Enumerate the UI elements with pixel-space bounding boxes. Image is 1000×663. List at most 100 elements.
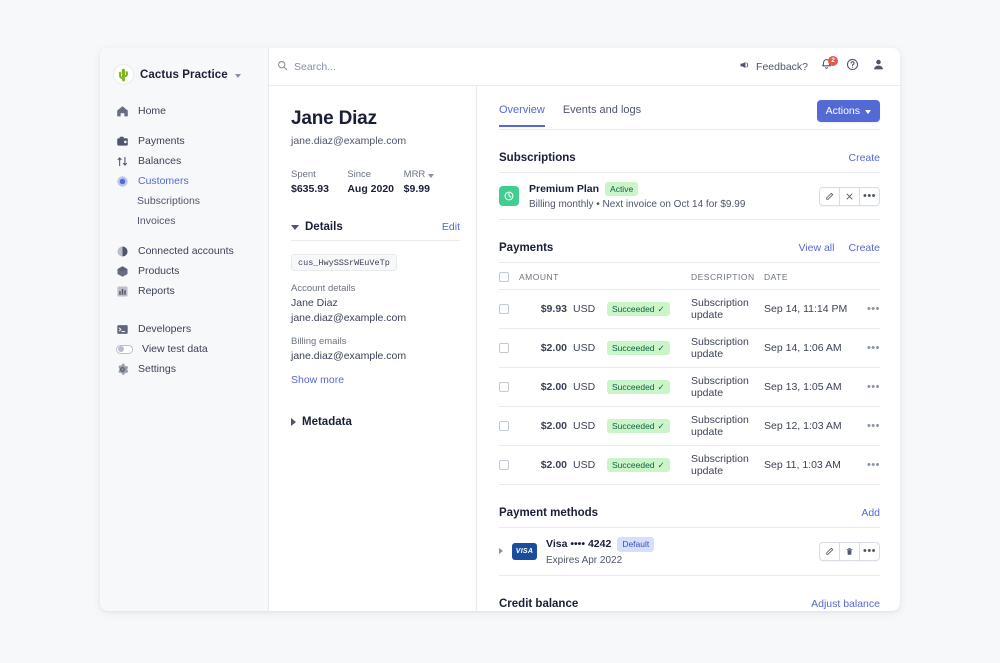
search-container[interactable] [277,60,739,74]
chevron-down-icon[interactable] [428,173,435,178]
payment-method-row[interactable]: VISA Visa •••• 4242 Default Expires Apr … [499,528,880,576]
table-row[interactable]: $2.00 USD Succeeded ✓ Subscription update… [499,367,880,408]
subscription-row[interactable]: Premium Plan Active Billing monthly • Ne… [499,173,880,221]
brand-switcher[interactable]: 🌵 Cactus Practice [100,60,268,89]
customer-stats: Spent $635.93 Since Aug 2020 MRR $9.99 [291,169,460,195]
sidebar-item-label: View test data [142,343,208,355]
status-badge: Active [605,182,639,197]
more-payment-method-button[interactable]: ••• [859,541,880,561]
delete-payment-method-button[interactable] [839,541,860,561]
table-header-row: AMOUNT DESCRIPTION DATE [499,263,880,291]
sidebar-item-home[interactable]: Home [100,101,268,121]
column-currency [573,263,607,291]
row-more-button[interactable]: ••• [867,303,880,315]
stat-spent: Spent $635.93 [291,169,347,195]
row-more-button[interactable]: ••• [867,420,880,432]
payments-table-head: AMOUNT DESCRIPTION DATE [499,263,880,291]
credit-balance-panel: Credit balance Adjust balance $0.00USD [499,598,880,611]
payments-title: Payments [499,242,554,255]
details-toggle[interactable]: Details [291,221,343,233]
show-more-link[interactable]: Show more [291,374,344,386]
payments-header: Payments View all Create [499,242,880,264]
metadata-toggle[interactable]: Metadata [291,416,460,428]
row-checkbox[interactable] [499,421,509,432]
edit-subscription-button[interactable] [819,186,840,206]
tab-overview[interactable]: Overview [499,104,545,127]
create-payment-link[interactable]: Create [848,242,880,254]
payment-description: Subscription update [691,406,764,447]
stat-value: $9.99 [403,183,430,195]
table-row[interactable]: $2.00 USD Succeeded ✓ Subscription update… [499,328,880,369]
customer-detail-column: Jane Diaz jane.diaz@example.com Spent $6… [269,86,477,611]
create-subscription-link[interactable]: Create [848,152,880,164]
recurring-icon [499,186,519,207]
payment-date: Sep 12, 1:03 AM [764,406,860,447]
row-more-button[interactable]: ••• [867,342,880,354]
payment-method-body: Visa •••• 4242 Default Expires Apr 2022 [546,537,810,566]
credit-balance-title: Credit balance [499,597,579,610]
sidebar-item-view-test-data[interactable]: View test data [100,339,268,359]
sidebar-item-products[interactable]: Products [100,261,268,281]
tab-events-and-logs[interactable]: Events and logs [563,104,641,127]
sidebar-item-subscriptions[interactable]: Subscriptions [100,191,268,211]
more-subscription-button[interactable]: ••• [859,186,880,206]
edit-details-link[interactable]: Edit [442,221,460,233]
overview-column: Overview Events and logs Actions Subscri… [477,86,900,611]
payment-currency: USD [573,406,607,447]
sidebar-item-payments[interactable]: Payments [100,131,268,151]
view-all-payments-link[interactable]: View all [798,242,834,254]
megaphone-icon [739,59,751,74]
account-email: jane.diaz@example.com [291,312,407,324]
ellipsis-icon: ••• [862,545,877,558]
table-row[interactable]: $2.00 USD Succeeded ✓ Subscription update… [499,445,880,486]
row-more-button[interactable]: ••• [867,459,880,471]
stat-value: $635.93 [291,183,329,195]
table-row[interactable]: $2.00 USD Succeeded ✓ Subscription update… [499,406,880,447]
app-window: 🌵 Cactus Practice Home Payments Balances… [100,48,900,611]
select-all-checkbox[interactable] [499,272,509,283]
status-label: Succeeded [612,343,655,354]
sidebar-item-developers[interactable]: Developers [100,319,268,339]
row-checkbox[interactable] [499,304,509,315]
sidebar-item-reports[interactable]: Reports [100,281,268,301]
table-row[interactable]: $9.93 USD Succeeded ✓ Subscription update… [499,289,880,330]
sidebar-item-customers[interactable]: Customers [100,171,268,191]
payment-date: Sep 13, 1:05 AM [764,367,860,408]
row-checkbox[interactable] [499,343,509,354]
stat-mrr[interactable]: MRR $9.99 [404,169,460,195]
sidebar-item-settings[interactable]: Settings [100,359,268,379]
edit-payment-method-button[interactable] [819,541,840,561]
row-more-button[interactable]: ••• [867,381,880,393]
home-icon [116,105,129,118]
actions-button[interactable]: Actions [816,100,880,122]
cancel-subscription-button[interactable] [839,186,860,206]
feedback-button[interactable]: Feedback? [739,59,808,74]
sidebar-item-invoices[interactable]: Invoices [100,211,268,231]
search-input[interactable] [294,60,474,73]
column-description: DESCRIPTION [691,263,764,291]
account-details-label: Account details [291,283,356,294]
customer-id-chip[interactable]: cus_HwySSSrWEuVeTp [291,254,397,271]
payment-method-name: Visa •••• 4242 [546,538,612,551]
row-checkbox[interactable] [499,382,509,393]
credit-balance-header: Credit balance Adjust balance [499,598,880,611]
stat-since: Since Aug 2020 [347,169,403,195]
account-button[interactable] [871,59,886,74]
details-header: Details Edit [291,221,460,241]
adjust-balance-link[interactable]: Adjust balance [811,598,880,610]
sidebar-item-label: Developers [138,323,192,335]
balances-icon [116,155,129,168]
notifications-button[interactable]: 2 [819,56,838,74]
check-icon: ✓ [657,420,665,431]
chevron-right-icon[interactable] [291,418,296,426]
sidebar-item-connected-accounts[interactable]: Connected accounts [100,241,268,261]
sidebar-item-balances[interactable]: Balances [100,151,268,171]
billing-emails-label: Billing emails [291,336,347,347]
help-button[interactable] [845,58,860,74]
toggle-icon[interactable] [116,344,133,354]
chevron-right-icon[interactable] [499,548,503,555]
add-payment-method-link[interactable]: Add [861,507,880,519]
row-checkbox[interactable] [499,460,509,471]
chevron-down-icon[interactable] [291,224,299,230]
subscription-name: Premium Plan [529,183,600,196]
